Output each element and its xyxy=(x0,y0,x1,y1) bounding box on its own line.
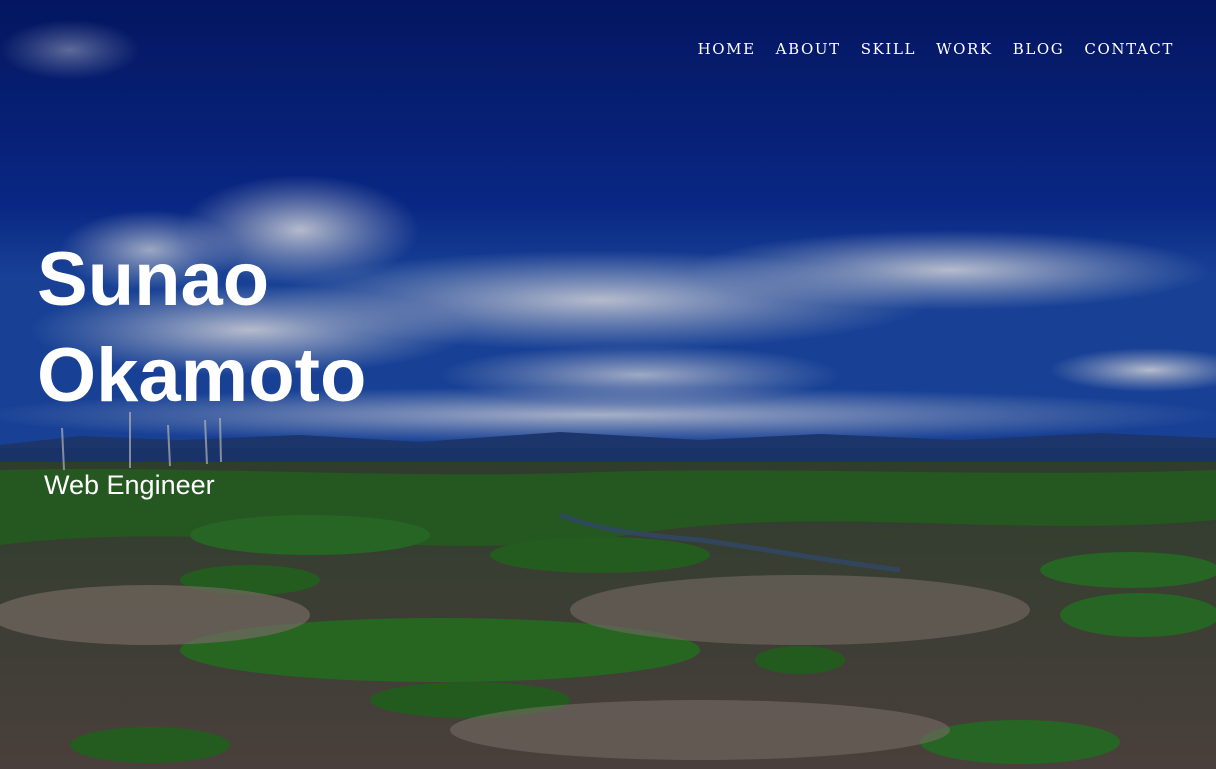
nav-item-about[interactable]: ABOUT xyxy=(776,40,841,58)
hero-name-heading: Sunao Okamoto xyxy=(37,232,397,424)
main-navigation: HOME ABOUT SKILL WORK BLOG CONTACT xyxy=(698,40,1174,58)
nav-item-home[interactable]: HOME xyxy=(698,40,756,58)
hero-role-subtitle: Web Engineer xyxy=(44,470,215,500)
nav-item-contact[interactable]: CONTACT xyxy=(1084,40,1174,58)
nav-item-work[interactable]: WORK xyxy=(936,40,993,58)
nav-item-skill[interactable]: SKILL xyxy=(861,40,916,58)
hero-name-first: Sunao xyxy=(37,237,270,322)
nav-item-blog[interactable]: BLOG xyxy=(1013,40,1065,58)
hero-name-last: Okamoto xyxy=(37,333,367,418)
